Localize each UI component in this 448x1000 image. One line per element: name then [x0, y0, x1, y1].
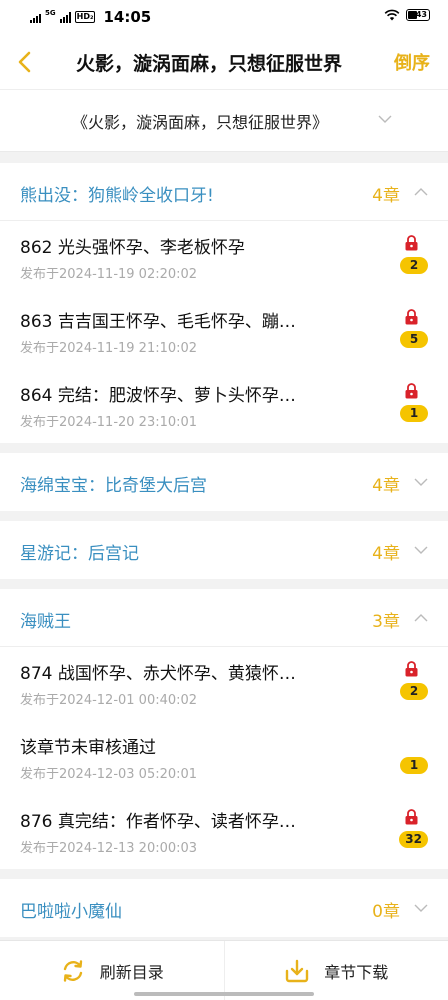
volume-chapter-count: 4章	[372, 186, 400, 206]
volume-chapter-count: 4章	[372, 544, 400, 564]
volume-title: 海绵宝宝：比奇堡大后宫	[20, 476, 207, 496]
book-name: 《火影，漩涡面麻，只想征服世界》	[72, 113, 329, 132]
comment-badge: 1	[400, 757, 428, 774]
page-title: 火影，漩涡面麻，只想征服世界	[76, 53, 343, 75]
volume-title: 海贼王	[20, 612, 71, 632]
download-icon	[286, 959, 309, 982]
chapter-date: 发布于2024-12-03 05:20:01	[20, 767, 198, 782]
volume-title: 星游记：后宫记	[20, 544, 139, 564]
back-arrow-icon[interactable]	[14, 50, 38, 74]
screen: 5G HD₂ 14:05 43 火影，漩涡面麻，只想征服世界 倒序 《火影，漩涡…	[0, 0, 448, 1000]
chapter-title: 863 吉吉国王怀孕、毛毛怀孕、蹦…	[20, 312, 296, 332]
chapter-item[interactable]: 该章节未审核通过 发布于2024-12-03 05:20:01 1	[0, 721, 448, 795]
volume: 星游记：后宫记 4章	[0, 521, 448, 579]
chapter-item[interactable]: 862 光头强怀孕、李老板怀孕 发布于2024-11-19 02:20:02 2	[0, 221, 448, 295]
bottom-action-bar: 刷新目录 章节下载	[0, 940, 448, 1000]
chapter-title: 874 战国怀孕、赤犬怀孕、黄猿怀…	[20, 664, 296, 684]
chevron-up-icon	[414, 188, 428, 196]
comment-badge: 5	[400, 331, 428, 348]
hd-icon: HD₂	[74, 11, 96, 23]
comment-badge: 2	[400, 257, 428, 274]
chapter-date: 发布于2024-11-20 23:10:01	[20, 415, 198, 430]
status-bar: 5G HD₂ 14:05 43	[0, 0, 448, 34]
chapter-date: 发布于2024-11-19 21:10:02	[20, 341, 198, 356]
refresh-catalog-label: 刷新目录	[99, 962, 164, 982]
chevron-down-icon	[414, 478, 428, 486]
volume-header[interactable]: 熊出没：狗熊岭全收口牙! 4章	[0, 163, 448, 221]
refresh-icon	[63, 959, 82, 982]
chapter-item[interactable]: 864 完结：肥波怀孕、萝卜头怀孕… 发布于2024-11-20 23:10:0…	[0, 369, 448, 443]
volume-chapter-count: 4章	[372, 476, 400, 496]
chapter-date: 发布于2024-11-19 02:20:02	[20, 267, 198, 282]
chevron-up-icon	[414, 614, 428, 622]
volume: 海绵宝宝：比奇堡大后宫 4章	[0, 453, 448, 511]
wifi-icon	[384, 9, 400, 21]
chapter-item[interactable]: 863 吉吉国王怀孕、毛毛怀孕、蹦… 发布于2024-11-19 21:10:0…	[0, 295, 448, 369]
comment-badge: 1	[400, 405, 428, 422]
chapter-date: 发布于2024-12-13 20:00:03	[20, 841, 198, 856]
chevron-down-icon	[414, 546, 428, 554]
volume-header[interactable]: 海贼王 3章	[0, 589, 448, 647]
chapter-title: 862 光头强怀孕、李老板怀孕	[20, 238, 245, 258]
chapter-item[interactable]: 874 战国怀孕、赤犬怀孕、黄猿怀… 发布于2024-12-01 00:40:0…	[0, 647, 448, 721]
chapter-item[interactable]: 876 真完结：作者怀孕、读者怀孕… 发布于2024-12-13 20:00:0…	[0, 795, 448, 869]
comment-badge: 32	[399, 831, 428, 848]
chapter-download-label: 章节下载	[324, 962, 389, 982]
chapter-title: 该章节未审核通过	[20, 738, 156, 758]
lock-icon	[405, 383, 418, 399]
status-right: 43	[384, 9, 430, 21]
comment-badge: 2	[400, 683, 428, 700]
network-type: 5G	[45, 9, 56, 17]
battery-level: 43	[415, 10, 427, 19]
volume-chapter-count: 0章	[372, 902, 400, 922]
volume-header[interactable]: 巴啦啦小魔仙 0章	[0, 879, 448, 937]
battery-icon: 43	[406, 9, 430, 21]
status-time: 14:05	[103, 8, 152, 26]
chapter-date: 发布于2024-12-01 00:40:02	[20, 693, 198, 708]
chevron-down-icon	[414, 904, 428, 912]
chapter-title: 876 真完结：作者怀孕、读者怀孕…	[20, 812, 296, 832]
book-selector[interactable]: 《火影，漩涡面麻，只想征服世界》	[0, 90, 448, 152]
volume-title: 熊出没：狗熊岭全收口牙!	[20, 186, 214, 206]
chevron-down-icon	[378, 115, 392, 123]
volume: 熊出没：狗熊岭全收口牙! 4章 862 光头强怀孕、李老板怀孕 发布于2024-…	[0, 163, 448, 443]
signal-icon-2	[59, 11, 71, 23]
volume-header[interactable]: 星游记：后宫记 4章	[0, 521, 448, 579]
home-indicator[interactable]	[134, 992, 314, 996]
reverse-order-button[interactable]: 倒序	[394, 49, 430, 75]
chapter-title: 864 完结：肥波怀孕、萝卜头怀孕…	[20, 386, 296, 406]
lock-icon	[405, 661, 418, 677]
lock-icon	[405, 809, 418, 825]
volume-chapter-count: 3章	[372, 612, 400, 632]
top-nav-bar: 火影，漩涡面麻，只想征服世界 倒序	[0, 34, 448, 90]
volume-header[interactable]: 海绵宝宝：比奇堡大后宫 4章	[0, 453, 448, 511]
chapter-list: 熊出没：狗熊岭全收口牙! 4章 862 光头强怀孕、李老板怀孕 发布于2024-…	[0, 163, 448, 947]
lock-icon	[405, 235, 418, 251]
signal-icon	[30, 11, 41, 23]
lock-icon	[405, 309, 418, 325]
volume-title: 巴啦啦小魔仙	[20, 902, 122, 922]
volume: 海贼王 3章 874 战国怀孕、赤犬怀孕、黄猿怀… 发布于2024-12-01 …	[0, 589, 448, 869]
status-left: 5G HD₂ 14:05	[30, 8, 151, 26]
volume: 巴啦啦小魔仙 0章	[0, 879, 448, 937]
